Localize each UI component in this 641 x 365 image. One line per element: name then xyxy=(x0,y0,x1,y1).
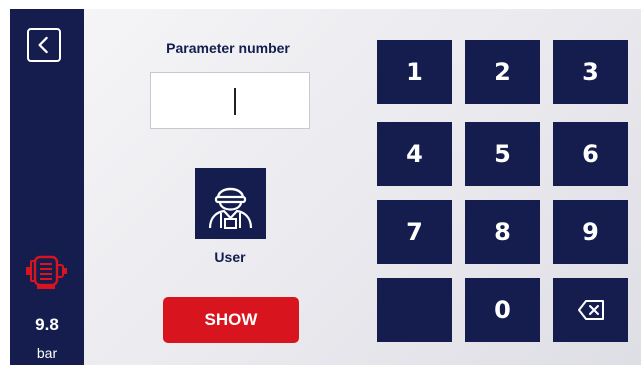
backspace-icon xyxy=(577,300,604,320)
key-9[interactable]: 9 xyxy=(553,200,628,264)
key-8[interactable]: 8 xyxy=(465,200,540,264)
chevron-left-icon xyxy=(38,36,48,54)
key-blank[interactable] xyxy=(377,278,452,342)
key-5[interactable]: 5 xyxy=(465,122,540,186)
back-button[interactable] xyxy=(27,28,61,62)
pressure-value: 9.8 xyxy=(35,315,59,334)
key-2[interactable]: 2 xyxy=(465,40,540,104)
user-worker-icon xyxy=(208,187,253,229)
motor-icon xyxy=(26,255,67,289)
user-label: User xyxy=(214,249,246,265)
key-1[interactable]: 1 xyxy=(377,40,452,104)
show-button[interactable]: SHOW xyxy=(163,297,299,343)
key-0[interactable]: 0 xyxy=(465,278,540,342)
key-4[interactable]: 4 xyxy=(377,122,452,186)
backspace-button[interactable] xyxy=(553,278,628,342)
parameter-number-label: Parameter number xyxy=(166,40,290,56)
sidebar: 9.8 bar xyxy=(10,9,84,365)
key-6[interactable]: 6 xyxy=(553,122,628,186)
pressure-unit: bar xyxy=(36,345,58,361)
parameter-number-input[interactable] xyxy=(150,72,310,129)
key-3[interactable]: 3 xyxy=(553,40,628,104)
user-button[interactable] xyxy=(195,168,266,239)
text-caret xyxy=(234,88,236,115)
key-7[interactable]: 7 xyxy=(377,200,452,264)
app-window: 9.8 bar Parameter number User SHOW 1 2 3… xyxy=(10,9,641,365)
main-panel: Parameter number User SHOW 1 2 3 4 5 6 7… xyxy=(84,9,641,365)
